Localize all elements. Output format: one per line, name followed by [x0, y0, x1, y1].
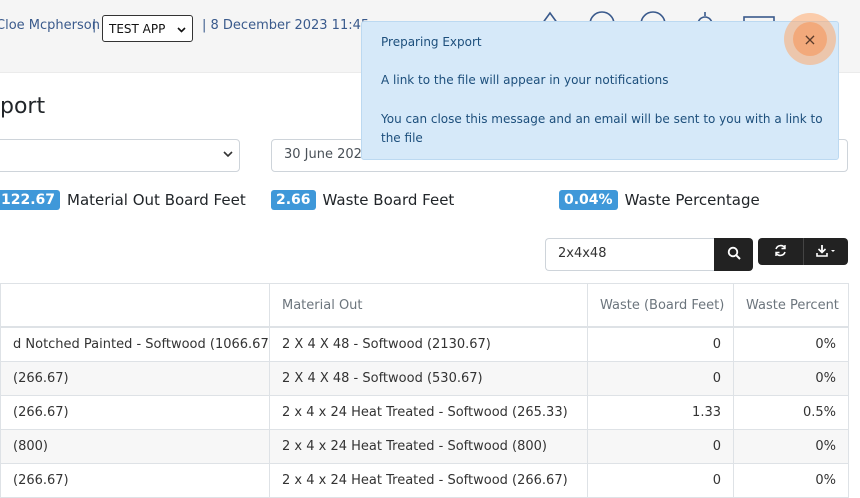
stat-label: Waste Percentage — [624, 191, 760, 209]
chevron-down-icon — [223, 148, 233, 161]
notification-title: Preparing Export — [381, 35, 482, 49]
stat-waste-percentage: 0.04% Waste Percentage — [559, 190, 760, 210]
table-cell: 0 — [587, 429, 734, 464]
page-title: port — [0, 94, 46, 119]
table-cell: d Notched Painted - Softwood (1066.67) — [0, 326, 270, 362]
notification-message: You can close this message and an email … — [381, 112, 823, 126]
user-name[interactable]: Cloe Mcpherson — [0, 18, 100, 33]
app-select-value: TEST APP — [109, 21, 166, 36]
stat-label: Waste Board Feet — [322, 191, 455, 209]
stat-label: Material Out Board Feet — [67, 191, 246, 209]
stat-badge: 2.66 — [271, 190, 316, 210]
table-cell: 0% — [733, 463, 849, 498]
search-input[interactable]: 2x4x48 — [545, 238, 716, 271]
table-cell: 2 X 4 X 48 - Softwood (530.67) — [269, 361, 588, 396]
close-icon: × — [793, 22, 827, 56]
table-row: (800) 2 x 4 x 24 Heat Treated - Softwood… — [0, 429, 849, 464]
download-icon — [815, 242, 836, 261]
table-cell: 0 — [587, 361, 734, 396]
table-cell: 2 x 4 x 24 Heat Treated - Softwood (265.… — [269, 395, 588, 430]
export-table: Material Out Waste (Board Feet) Waste Pe… — [0, 283, 849, 498]
table-cell: (800) — [0, 429, 270, 464]
header-separator: | — [92, 18, 97, 33]
stat-waste-board-feet: 2.66 Waste Board Feet — [271, 190, 454, 210]
close-notification-button[interactable]: × — [784, 13, 836, 65]
stat-badge: 122.67 — [0, 190, 61, 210]
refresh-button[interactable] — [758, 238, 803, 265]
table-tools — [758, 238, 848, 265]
app-select[interactable]: TEST APP — [102, 15, 193, 42]
table-cell: 1.33 — [587, 395, 734, 430]
chevron-down-icon — [177, 22, 186, 36]
table-row: (266.67) 2 x 4 x 24 Heat Treated - Softw… — [0, 463, 849, 498]
export-notification: Preparing Export A link to the file will… — [361, 21, 839, 160]
notification-message: the file — [381, 131, 423, 145]
table-header-row: Material Out Waste (Board Feet) Waste Pe… — [0, 283, 849, 328]
notification-message: A link to the file will appear in your n… — [381, 73, 669, 87]
filter-select[interactable] — [0, 139, 240, 172]
table-cell: 0 — [587, 463, 734, 498]
stat-material-out: 122.67 Material Out Board Feet — [0, 190, 246, 210]
column-header-waste-percent[interactable]: Waste Percent — [733, 283, 849, 328]
table-cell: (266.67) — [0, 361, 270, 396]
table-row: d Notched Painted - Softwood (1066.67) 2… — [0, 326, 849, 362]
download-button[interactable] — [802, 238, 849, 265]
current-date-time: | 8 December 2023 11:45 — [202, 18, 370, 33]
column-header-waste-board-feet[interactable]: Waste (Board Feet) — [587, 283, 734, 328]
table-cell: 2 x 4 x 24 Heat Treated - Softwood (800) — [269, 429, 588, 464]
table-cell: 0.5% — [733, 395, 849, 430]
column-header-material-out[interactable]: Material Out — [269, 283, 588, 328]
refresh-icon — [774, 242, 787, 261]
table-cell: 2 X 4 X 48 - Softwood (2130.67) — [269, 326, 588, 362]
table-cell: 0% — [733, 361, 849, 396]
table-cell: 0% — [733, 429, 849, 464]
table-row: (266.67) 2 X 4 X 48 - Softwood (530.67) … — [0, 361, 849, 396]
table-cell: 0% — [733, 326, 849, 362]
table-cell: 2 x 4 x 24 Heat Treated - Softwood (266.… — [269, 463, 588, 498]
table-cell: (266.67) — [0, 395, 270, 430]
search-icon — [727, 245, 741, 264]
table-cell: 0 — [587, 326, 734, 362]
stat-badge: 0.04% — [559, 190, 618, 210]
table-row: (266.67) 2 x 4 x 24 Heat Treated - Softw… — [0, 395, 849, 430]
search-button[interactable] — [714, 238, 753, 271]
column-header[interactable] — [0, 283, 270, 328]
table-cell: (266.67) — [0, 463, 270, 498]
